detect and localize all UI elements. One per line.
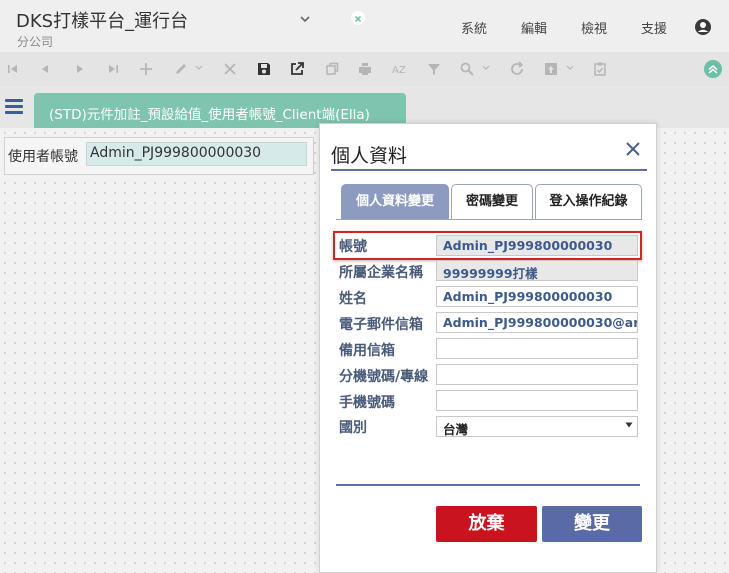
country-select[interactable]: 台灣 bbox=[436, 416, 638, 437]
field-label-mobile: 手機號碼 bbox=[339, 395, 395, 411]
upload-dropdown-icon[interactable] bbox=[566, 64, 574, 72]
extension-field[interactable] bbox=[436, 364, 638, 385]
clipboard-icon[interactable] bbox=[592, 61, 608, 77]
caret-down-icon bbox=[625, 422, 633, 428]
first-icon[interactable] bbox=[5, 61, 21, 77]
field-label-backup-email: 備用信箱 bbox=[339, 343, 395, 359]
dialog-title: 個人資料 bbox=[331, 145, 408, 167]
dialog-title-divider bbox=[331, 169, 647, 171]
backup-email-field[interactable] bbox=[436, 338, 638, 359]
delete-icon[interactable] bbox=[222, 61, 238, 77]
highlight-annotation bbox=[333, 231, 642, 260]
prev-icon[interactable] bbox=[37, 61, 53, 77]
menu-support[interactable]: 支援 bbox=[641, 18, 667, 37]
refresh-icon[interactable] bbox=[509, 61, 525, 77]
field-label-extension: 分機號碼/專線 bbox=[339, 369, 429, 385]
app-title: DKS打樣平台_運行台 bbox=[16, 11, 189, 32]
tab-label: (STD)元件加註_預設給值_使用者帳號_Client端(Ella) bbox=[49, 107, 370, 123]
name-field[interactable]: Admin_PJ999800000030 bbox=[436, 286, 638, 307]
chevron-up-icon bbox=[708, 65, 718, 74]
user-account-label: 使用者帳號 bbox=[8, 149, 78, 165]
menu-view[interactable]: 檢視 bbox=[581, 18, 607, 37]
sort-az-icon[interactable]: AZ bbox=[391, 61, 407, 77]
search-icon[interactable] bbox=[459, 61, 475, 77]
field-label-name: 姓名 bbox=[339, 291, 367, 307]
field-label-email: 電子郵件信箱 bbox=[339, 317, 423, 333]
email-field[interactable]: Admin_PJ999800000030@arcar bbox=[436, 312, 638, 333]
export-icon[interactable] bbox=[289, 61, 305, 77]
close-icon[interactable] bbox=[624, 140, 642, 158]
edit-dropdown-icon[interactable] bbox=[195, 64, 203, 72]
chevron-down-icon[interactable] bbox=[298, 12, 312, 26]
save-button[interactable]: 變更 bbox=[542, 506, 642, 542]
tab-login-log[interactable]: 登入操作紀錄 bbox=[535, 184, 642, 220]
tab-password-change[interactable]: 密碼變更 bbox=[451, 184, 533, 220]
add-icon[interactable] bbox=[138, 61, 154, 77]
app-header: DKS打樣平台_運行台 分公司 系統 編輯 檢視 支援 bbox=[0, 0, 729, 52]
field-label-country: 國別 bbox=[339, 420, 367, 436]
user-account-input[interactable]: Admin_PJ999800000030 bbox=[86, 142, 307, 166]
dialog-footer-divider bbox=[336, 484, 640, 486]
toolbar: AZ bbox=[0, 52, 729, 86]
last-icon[interactable] bbox=[105, 61, 121, 77]
collapse-toolbar-button[interactable] bbox=[704, 60, 722, 78]
copy-icon[interactable] bbox=[324, 61, 340, 77]
print-icon[interactable] bbox=[357, 61, 373, 77]
filter-icon[interactable] bbox=[426, 61, 442, 77]
save-icon[interactable] bbox=[256, 61, 272, 77]
hamburger-menu-icon[interactable] bbox=[5, 99, 23, 115]
app-subtitle: 分公司 bbox=[17, 35, 54, 49]
edit-icon[interactable] bbox=[173, 61, 189, 77]
tab-profile-change[interactable]: 個人資料變更 bbox=[341, 184, 449, 220]
mobile-field[interactable] bbox=[436, 390, 638, 411]
search-dropdown-icon[interactable] bbox=[482, 64, 490, 72]
svg-text:AZ: AZ bbox=[392, 65, 406, 76]
upload-icon[interactable] bbox=[543, 61, 559, 77]
next-icon[interactable] bbox=[72, 61, 88, 77]
tab-underline bbox=[336, 219, 642, 220]
cancel-button[interactable]: 放棄 bbox=[436, 506, 537, 542]
account-icon[interactable] bbox=[694, 18, 712, 36]
close-tab-icon[interactable] bbox=[351, 11, 365, 25]
menu-system[interactable]: 系統 bbox=[461, 18, 487, 37]
field-label-company: 所屬企業名稱 bbox=[339, 265, 423, 281]
company-field: 99999999打樣 bbox=[436, 260, 638, 281]
menu-edit[interactable]: 編輯 bbox=[521, 18, 547, 37]
